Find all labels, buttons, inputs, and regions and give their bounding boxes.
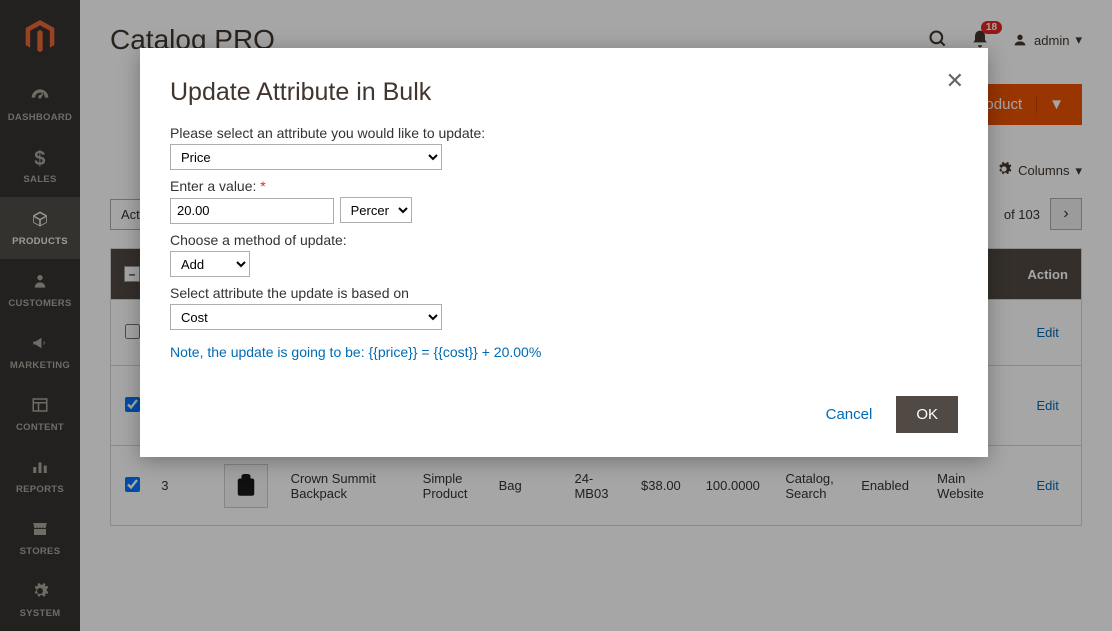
modal-title: Update Attribute in Bulk xyxy=(170,78,958,107)
base-attribute-label: Select attribute the update is based on xyxy=(170,285,958,301)
value-input[interactable] xyxy=(170,198,334,224)
enter-value-label: Enter a value: * xyxy=(170,178,958,194)
close-icon[interactable]: ✕ xyxy=(946,68,964,94)
update-formula-note: Note, the update is going to be: {{price… xyxy=(170,344,958,360)
cancel-button[interactable]: Cancel xyxy=(826,406,873,423)
ok-button[interactable]: OK xyxy=(896,396,958,433)
attribute-select[interactable]: Price xyxy=(170,144,442,170)
method-select[interactable]: Add xyxy=(170,251,250,277)
method-label: Choose a method of update: xyxy=(170,232,958,248)
unit-select[interactable]: Percent xyxy=(340,197,412,223)
select-attribute-label: Please select an attribute you would lik… xyxy=(170,125,958,141)
update-attribute-modal: ✕ Update Attribute in Bulk Please select… xyxy=(140,48,988,457)
base-attribute-select[interactable]: Cost xyxy=(170,304,442,330)
